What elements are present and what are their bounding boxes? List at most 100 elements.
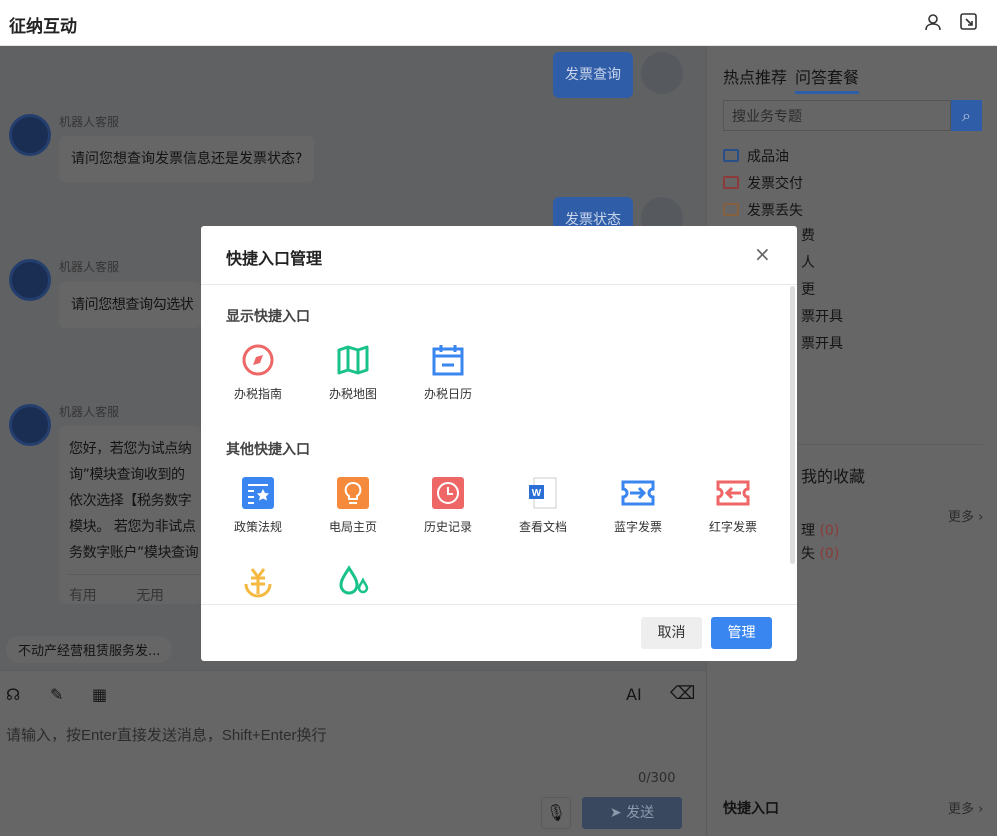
entry-calendar[interactable]: 办税日历 bbox=[403, 343, 493, 402]
quick-entry-modal: 快捷入口管理 × 显示快捷入口 办税指南 办税地图 办税日历 其他快捷入口 政策… bbox=[201, 226, 797, 661]
other-section-title: 其他快捷入口 bbox=[226, 439, 310, 459]
font-size-icon[interactable]: AI bbox=[626, 685, 642, 704]
entry-blue-invoice[interactable]: 蓝字发票 bbox=[593, 476, 683, 535]
fav-label: 理 bbox=[801, 523, 815, 539]
topic-item[interactable]: 发票丢失 bbox=[723, 196, 803, 223]
fav-count: (0) bbox=[819, 523, 839, 539]
invoice-icon bbox=[723, 203, 739, 216]
msg-line: 务数字账户”模块查询 bbox=[69, 540, 201, 566]
input-panel: ☊ ✎ ▦ AI ⌫ 0/300 🎙 ➤ 发送 bbox=[0, 670, 706, 836]
favorite-item[interactable]: 理 (0) bbox=[801, 520, 839, 543]
topic-item[interactable]: 费 bbox=[801, 223, 843, 250]
char-counter: 0/300 bbox=[638, 771, 675, 786]
divider bbox=[201, 284, 797, 285]
modal-scrollbar[interactable] bbox=[790, 286, 795, 564]
cancel-button[interactable]: 取消 bbox=[641, 617, 702, 649]
bulb-icon bbox=[336, 476, 370, 510]
msg-line: 询”模块查询收到的 bbox=[69, 462, 201, 488]
bot-name: 机器人客服 bbox=[59, 403, 119, 420]
microphone-icon[interactable]: 🎙 bbox=[541, 797, 571, 829]
entry-label: 电局主页 bbox=[308, 518, 398, 535]
user-icon[interactable] bbox=[924, 13, 942, 31]
blue-invoice-icon bbox=[621, 476, 655, 510]
entry-label: 查看文档 bbox=[498, 518, 588, 535]
policy-icon bbox=[241, 476, 275, 510]
user-avatar bbox=[641, 52, 683, 94]
entry-document[interactable]: W 查看文档 bbox=[498, 476, 588, 535]
bot-name: 机器人客服 bbox=[59, 113, 119, 130]
msg-line: 模块。 若您为非试点 bbox=[69, 514, 201, 540]
entry-map[interactable]: 办税地图 bbox=[308, 343, 398, 402]
topic-label: 发票交付 bbox=[747, 173, 803, 193]
calendar-icon bbox=[431, 343, 465, 377]
red-invoice-icon bbox=[716, 476, 750, 510]
more-label: 更多 bbox=[948, 802, 974, 817]
bot-avatar bbox=[9, 114, 51, 156]
topic-label: 成品油 bbox=[747, 146, 789, 166]
favorites-more-link[interactable]: 更多 › bbox=[948, 506, 983, 525]
entry-label: 历史记录 bbox=[403, 518, 493, 535]
map-icon bbox=[336, 343, 370, 377]
topic-item[interactable]: 更 bbox=[801, 277, 843, 304]
compass-icon bbox=[241, 343, 275, 377]
invoice-icon bbox=[723, 149, 739, 162]
topic-label: 发票丢失 bbox=[747, 200, 803, 220]
headset-icon[interactable]: ☊ bbox=[6, 685, 20, 704]
entry-label: 办税日历 bbox=[403, 385, 493, 402]
favorites-title: 我的收藏 bbox=[801, 463, 865, 487]
topic-item[interactable]: 票开具 bbox=[801, 304, 843, 331]
search-icon[interactable]: ⌕ bbox=[951, 100, 982, 131]
topic-item[interactable]: 人 bbox=[801, 250, 843, 277]
quick-entry-title: 快捷入口 bbox=[723, 798, 779, 818]
msg-line: 您好，若您为试点纳 bbox=[69, 436, 201, 462]
topic-item[interactable]: 成品油 bbox=[723, 142, 803, 169]
topic-item[interactable]: 发票交付 bbox=[723, 169, 803, 196]
svg-text:W: W bbox=[532, 488, 542, 499]
entry-label: 蓝字发票 bbox=[593, 518, 683, 535]
favorite-item[interactable]: 失 (0) bbox=[801, 543, 839, 566]
entry-guide[interactable]: 办税指南 bbox=[213, 343, 303, 402]
entry-label: 办税指南 bbox=[213, 385, 303, 402]
useful-button[interactable]: 有用 bbox=[69, 588, 96, 604]
bot-avatar bbox=[9, 259, 51, 301]
quick-entry-more-link[interactable]: 更多 › bbox=[948, 798, 983, 817]
entry-history[interactable]: 历史记录 bbox=[403, 476, 493, 535]
entry-homepage[interactable]: 电局主页 bbox=[308, 476, 398, 535]
app-title: 征纳互动 bbox=[9, 12, 77, 37]
tab-hot[interactable]: 热点推荐 bbox=[723, 64, 787, 88]
app-header: 征纳互动 bbox=[0, 0, 997, 46]
entry-label: 政策法规 bbox=[213, 518, 303, 535]
send-button[interactable]: ➤ 发送 bbox=[582, 797, 682, 829]
send-label: 发送 bbox=[626, 805, 654, 821]
useless-button[interactable]: 无用 bbox=[136, 588, 163, 604]
manage-button[interactable]: 管理 bbox=[711, 617, 772, 649]
calendar-clock-icon[interactable]: ▦ bbox=[92, 685, 107, 704]
divider bbox=[201, 604, 797, 605]
bot-avatar bbox=[9, 404, 51, 446]
invoice-icon bbox=[723, 176, 739, 189]
tab-qa-package[interactable]: 问答套餐 bbox=[795, 64, 859, 94]
entry-label: 红字发票 bbox=[688, 518, 778, 535]
more-label: 更多 bbox=[948, 510, 974, 525]
yuan-icon[interactable] bbox=[241, 564, 275, 598]
message-input[interactable] bbox=[6, 723, 696, 747]
exit-icon[interactable] bbox=[960, 13, 978, 31]
edit-icon[interactable]: ✎ bbox=[50, 685, 63, 704]
suggestion-chip[interactable]: 不动产经营租赁服务发... bbox=[6, 636, 172, 663]
entry-label: 办税地图 bbox=[308, 385, 398, 402]
bot-message: 您好，若您为试点纳 询”模块查询收到的 依次选择【税务数字 模块。 若您为非试点… bbox=[59, 426, 201, 604]
bot-name: 机器人客服 bbox=[59, 258, 119, 275]
entry-policy[interactable]: 政策法规 bbox=[213, 476, 303, 535]
bot-message: 请问您想查询勾选状 bbox=[59, 282, 201, 328]
water-drop-icon[interactable] bbox=[336, 564, 370, 598]
modal-title: 快捷入口管理 bbox=[226, 245, 322, 269]
close-icon[interactable]: × bbox=[754, 242, 771, 266]
clock-icon bbox=[431, 476, 465, 510]
topic-search-input[interactable] bbox=[723, 100, 951, 131]
shown-section-title: 显示快捷入口 bbox=[226, 306, 310, 326]
entry-red-invoice[interactable]: 红字发票 bbox=[688, 476, 778, 535]
eraser-icon[interactable]: ⌫ bbox=[670, 683, 695, 704]
topic-item[interactable]: 票开具 bbox=[801, 331, 843, 358]
user-message: 发票查询 bbox=[553, 52, 633, 98]
fav-label: 失 bbox=[801, 546, 815, 562]
